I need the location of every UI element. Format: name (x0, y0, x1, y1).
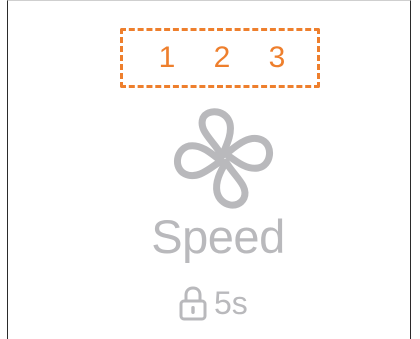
lock-icon (179, 286, 207, 321)
speed-level-selector[interactable]: 1 2 3 (120, 28, 320, 88)
speed-option-1[interactable]: 1 (155, 43, 179, 73)
fan-icon (174, 108, 273, 209)
device-screen-panel: 1 2 3 Speed 5s (7, 0, 411, 339)
lock-countdown: 5s (214, 285, 248, 321)
mode-label: Speed (151, 210, 285, 263)
lock-status: 5s (178, 283, 248, 323)
speed-option-3[interactable]: 3 (265, 43, 289, 73)
speed-option-2[interactable]: 2 (210, 43, 234, 73)
